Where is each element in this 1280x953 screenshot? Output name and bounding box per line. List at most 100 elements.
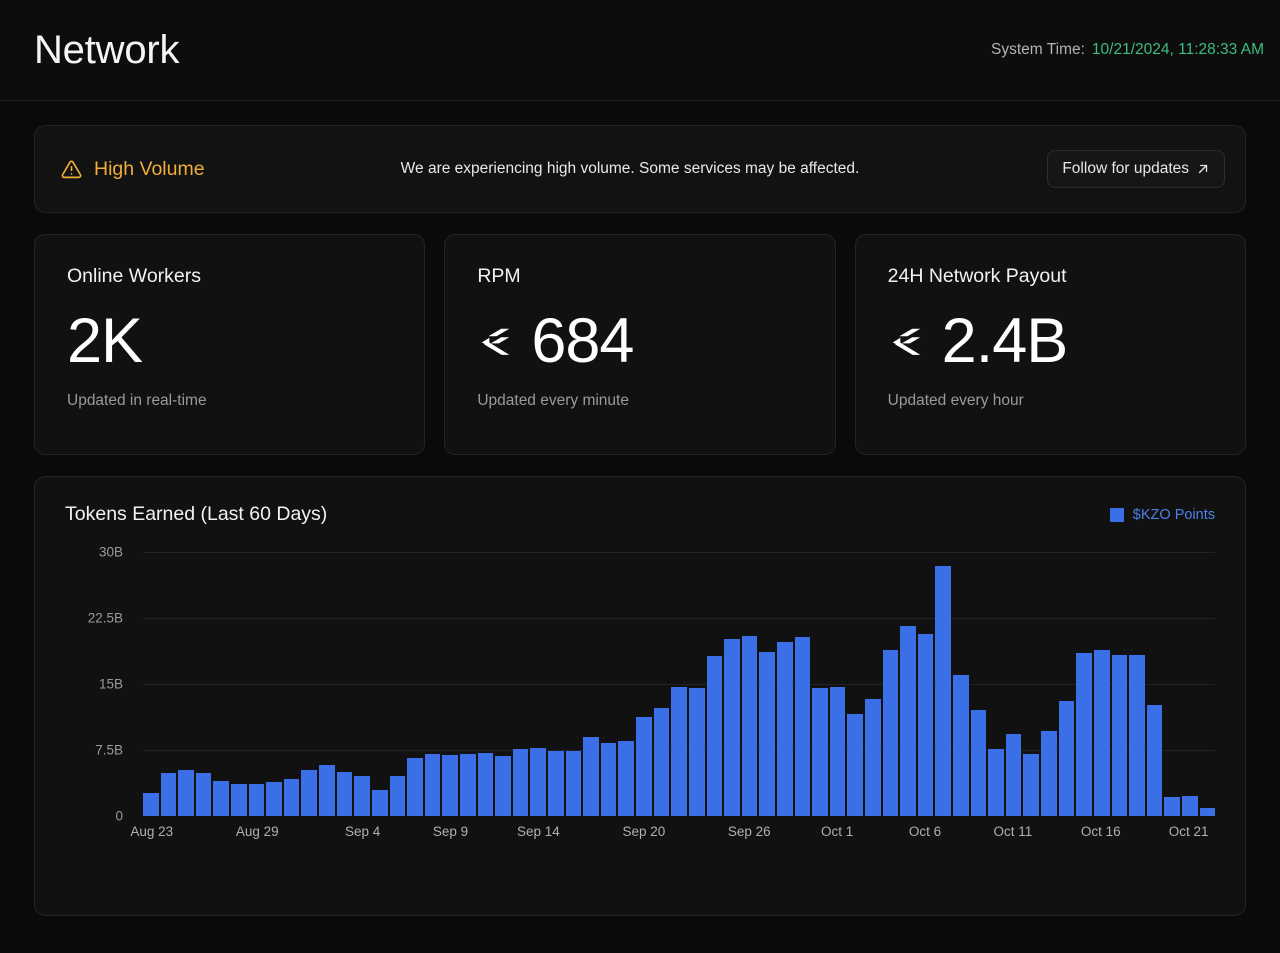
chart-bar[interactable] <box>530 748 546 816</box>
chart-x-tick-label: Sep 4 <box>345 824 380 839</box>
stat-subtext: Updated in real-time <box>67 392 392 410</box>
alert-title: High Volume <box>94 158 205 181</box>
chart-x-axis: Aug 23Aug 29Sep 4Sep 9Sep 14Sep 20Sep 26… <box>143 824 1215 848</box>
page-title: Network <box>34 28 179 73</box>
stat-label: 24H Network Payout <box>888 265 1213 288</box>
chart-bar[interactable] <box>284 779 300 816</box>
chart-title: Tokens Earned (Last 60 Days) <box>65 503 327 526</box>
chart-y-tick-label: 22.5B <box>88 611 123 626</box>
chart-bar[interactable] <box>301 770 317 816</box>
chart-bar[interactable] <box>1059 701 1075 816</box>
chart-bar[interactable] <box>249 784 265 816</box>
chart-bar[interactable] <box>1200 808 1216 816</box>
chart-bar[interactable] <box>1041 731 1057 816</box>
chart-bar[interactable] <box>742 636 758 816</box>
chart-bar[interactable] <box>1076 653 1092 816</box>
stat-value-row: 684 <box>477 310 802 373</box>
chart-bar[interactable] <box>1164 797 1180 816</box>
chart-bar[interactable] <box>1147 705 1163 816</box>
stat-value-row: 2.4B <box>888 310 1213 373</box>
chart-bar[interactable] <box>636 717 652 816</box>
stat-value: 2.4B <box>942 310 1068 373</box>
legend-label-kzo-points: $KZO Points <box>1133 507 1215 523</box>
chart-bar[interactable] <box>883 650 899 816</box>
chart-bar[interactable] <box>161 773 177 816</box>
chart-bar[interactable] <box>935 566 951 816</box>
chart-y-tick-label: 0 <box>115 809 123 824</box>
chart-bar[interactable] <box>1129 655 1145 816</box>
chart-bar[interactable] <box>213 781 229 816</box>
chart-bar[interactable] <box>372 790 388 816</box>
chart-y-tick-label: 7.5B <box>95 743 123 758</box>
chart-bar[interactable] <box>795 637 811 816</box>
chart-bar[interactable] <box>354 776 370 816</box>
chart-bar[interactable] <box>707 656 723 816</box>
chart-bar[interactable] <box>1112 655 1128 816</box>
chart-bar[interactable] <box>971 710 987 816</box>
chart-plot-area: 07.5B15B22.5B30B Aug 23Aug 29Sep 4Sep 9S… <box>65 552 1215 862</box>
chart-y-tick-label: 15B <box>99 677 123 692</box>
stat-label: RPM <box>477 265 802 288</box>
chart-bar[interactable] <box>319 765 335 816</box>
chart-bar[interactable] <box>583 737 599 816</box>
chart-bar[interactable] <box>513 749 529 816</box>
chart-bar[interactable] <box>654 708 670 816</box>
chart-bar[interactable] <box>1023 754 1039 816</box>
chart-bar[interactable] <box>988 749 1004 816</box>
chart-bar[interactable] <box>196 773 212 816</box>
chart-bar[interactable] <box>671 687 687 816</box>
chart-bar[interactable] <box>495 756 511 816</box>
chart-bar[interactable] <box>337 772 353 816</box>
chart-x-tick-label: Oct 6 <box>909 824 941 839</box>
chart-x-tick-label: Aug 23 <box>130 824 173 839</box>
chart-bar[interactable] <box>953 675 969 816</box>
chart-bar[interactable] <box>266 782 282 816</box>
chart-x-tick-label: Sep 20 <box>622 824 665 839</box>
chart-bar[interactable] <box>548 751 564 816</box>
chart-bar[interactable] <box>178 770 194 816</box>
chart-bar[interactable] <box>231 784 247 816</box>
chart-bar[interactable] <box>900 626 916 816</box>
follow-for-updates-button[interactable]: Follow for updates <box>1047 150 1225 188</box>
chart-header: Tokens Earned (Last 60 Days) $KZO Points <box>65 503 1215 526</box>
chart-bar[interactable] <box>865 699 881 816</box>
chart-bar[interactable] <box>601 743 617 816</box>
chart-bar[interactable] <box>918 634 934 816</box>
chart-bar[interactable] <box>478 753 494 816</box>
chart-bar[interactable] <box>407 758 423 816</box>
alert-heading: High Volume <box>61 158 205 181</box>
chart-x-tick-label: Oct 11 <box>994 824 1033 839</box>
chart-bar[interactable] <box>847 714 863 816</box>
chart-bar[interactable] <box>143 793 159 816</box>
chart-bar[interactable] <box>425 754 441 816</box>
chart-bar[interactable] <box>566 751 582 816</box>
system-time: System Time: 10/21/2024, 11:28:33 AM <box>991 41 1264 59</box>
chart-bar[interactable] <box>1094 650 1110 816</box>
stat-subtext: Updated every minute <box>477 392 802 410</box>
main-content: High Volume We are experiencing high vol… <box>0 101 1280 953</box>
chart-bar[interactable] <box>830 687 846 816</box>
chart-x-tick-label: Oct 21 <box>1169 824 1209 839</box>
stat-value-row: 2K <box>67 310 392 373</box>
chart-bar[interactable] <box>689 688 705 816</box>
chart-y-tick-label: 30B <box>99 545 123 560</box>
chart-legend[interactable]: $KZO Points <box>1110 507 1215 523</box>
chart-bar[interactable] <box>812 688 828 816</box>
chart-x-tick-label: Sep 14 <box>517 824 560 839</box>
chart-bar[interactable] <box>460 754 476 816</box>
system-time-value: 10/21/2024, 11:28:33 AM <box>1092 41 1264 59</box>
stat-label: Online Workers <box>67 265 392 288</box>
chart-bar[interactable] <box>1006 734 1022 816</box>
chart-bar[interactable] <box>759 652 775 816</box>
chart-bar[interactable] <box>390 776 406 816</box>
tokens-earned-chart-panel: Tokens Earned (Last 60 Days) $KZO Points… <box>34 476 1246 916</box>
chart-bar[interactable] <box>777 642 793 816</box>
system-time-label: System Time: <box>991 41 1085 59</box>
chart-y-axis: 07.5B15B22.5B30B <box>65 552 131 816</box>
stat-subtext: Updated every hour <box>888 392 1213 410</box>
follow-for-updates-label: Follow for updates <box>1062 160 1189 178</box>
chart-bar[interactable] <box>618 741 634 816</box>
chart-bar[interactable] <box>1182 796 1198 816</box>
chart-bar[interactable] <box>442 755 458 816</box>
chart-bar[interactable] <box>724 639 740 816</box>
